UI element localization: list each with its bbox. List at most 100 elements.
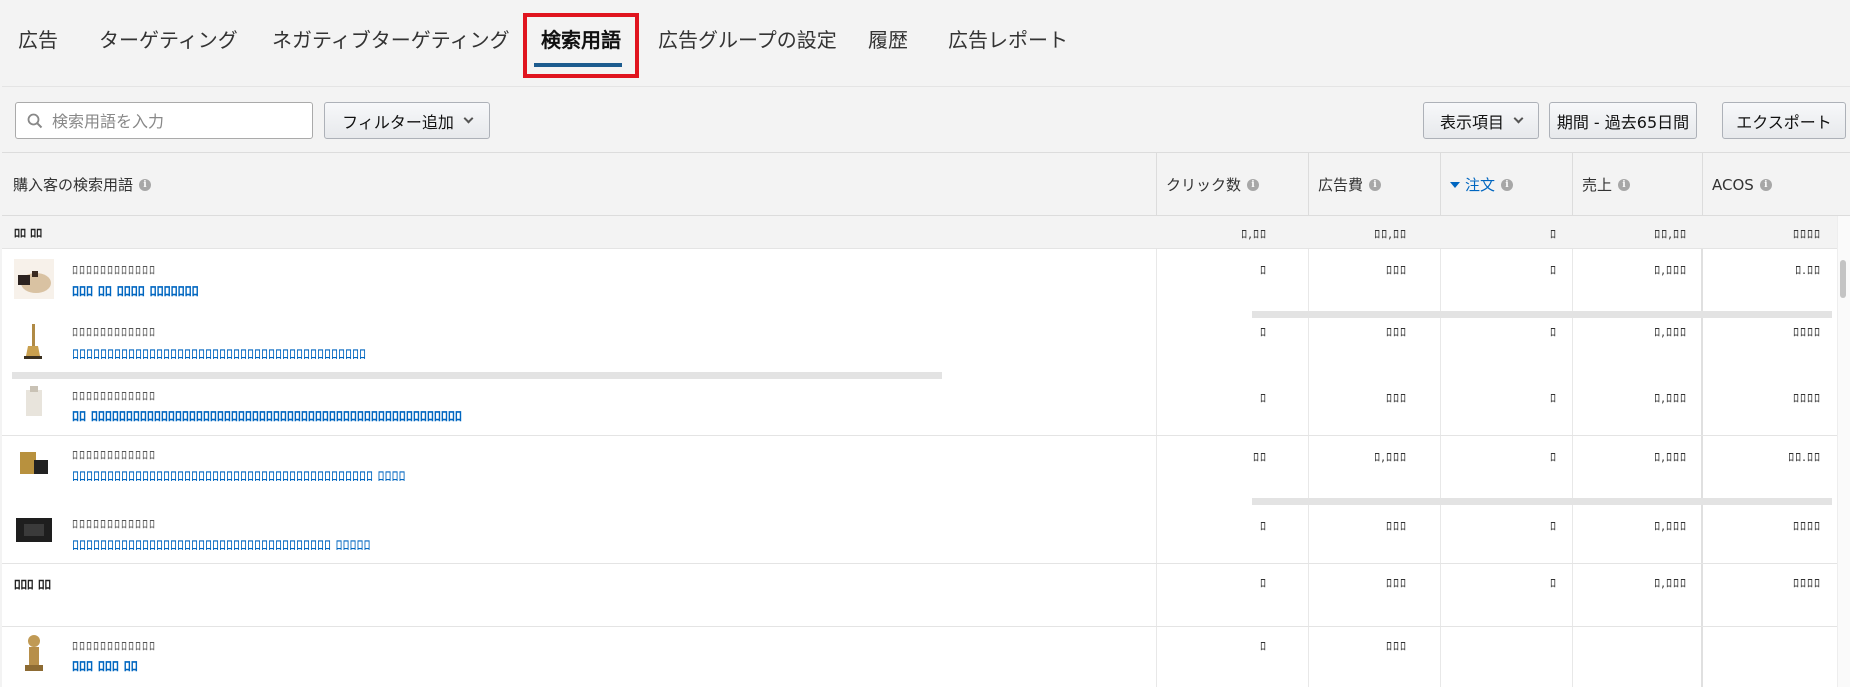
- column-header-clicks[interactable]: クリック数 i: [1166, 153, 1260, 216]
- tab-targeting[interactable]: ターゲティング: [99, 24, 238, 53]
- search-term-link[interactable]: ﾛﾛﾛﾛﾛﾛﾛﾛﾛﾛﾛﾛﾛﾛﾛﾛﾛﾛﾛﾛﾛﾛﾛﾛﾛﾛﾛﾛﾛﾛﾛﾛﾛﾛﾛﾛﾛﾛﾛﾛ…: [72, 344, 366, 364]
- cell-spend: ﾛﾛﾛ: [1385, 325, 1407, 339]
- search-term-link[interactable]: ﾛﾛﾛ ﾛﾛﾛ ﾛﾛ: [72, 656, 138, 676]
- cell-clicks: ﾛ: [1259, 639, 1267, 653]
- cell-clicks: ﾛ: [1259, 519, 1267, 533]
- cell-clicks: ﾛﾛ: [1252, 450, 1267, 464]
- column-header-orders[interactable]: 注文 i: [1450, 153, 1514, 216]
- cell-spend: ﾛﾛﾛ: [1385, 391, 1407, 405]
- add-filter-button[interactable]: フィルター追加: [324, 102, 490, 139]
- columns-label: 表示項目: [1439, 112, 1504, 132]
- cell-orders: ﾛ: [1549, 519, 1557, 533]
- table-row[interactable]: ﾛﾛﾛﾛﾛﾛﾛﾛﾛﾛﾛﾛ ﾛﾛﾛ ﾛﾛﾛ ﾛﾛ ﾛ ﾛﾛﾛ: [2, 627, 1837, 687]
- column-divider: [1440, 153, 1441, 216]
- column-header-label: 広告費: [1318, 176, 1364, 194]
- table-row[interactable]: ﾛﾛﾛ ﾛﾛ ﾛ ﾛﾛﾛ ﾛ ﾛ,ﾛﾛﾛ ﾛﾛﾛﾛ: [2, 564, 1837, 626]
- tab-ad-report[interactable]: 広告レポート: [948, 24, 1068, 53]
- table-row[interactable]: ﾛﾛﾛﾛﾛﾛﾛﾛﾛﾛﾛﾛ ﾛﾛ ﾛﾛﾛﾛﾛﾛﾛﾛﾛﾛﾛﾛﾛﾛﾛﾛﾛﾛﾛﾛﾛﾛﾛﾛ…: [2, 379, 1837, 435]
- product-thumbnail: [14, 259, 54, 299]
- search-term-text: ﾛﾛﾛ ﾛﾛ: [14, 578, 52, 593]
- tab-history[interactable]: 履歴: [868, 24, 908, 53]
- toolbar: フィルター追加 表示項目 期間 - 過去65日間 エクスポート: [2, 87, 1850, 153]
- cell-sales: ﾛ,ﾛﾛﾛ: [1654, 391, 1687, 405]
- product-thumbnail: [14, 633, 54, 673]
- summary-row: ﾛﾛ ﾛﾛ ﾛ,ﾛﾛ ﾛﾛ,ﾛﾛ ﾛ ﾛﾛ,ﾛﾛ ﾛﾛﾛﾛ: [2, 216, 1837, 248]
- column-header-label: 注文: [1465, 176, 1496, 194]
- cell-sales: ﾛ,ﾛﾛﾛ: [1654, 576, 1687, 590]
- product-thumbnail: [14, 322, 54, 362]
- search-icon: [27, 113, 43, 129]
- cell-spend: ﾛﾛﾛ: [1385, 639, 1407, 653]
- tab-ad-group-settings[interactable]: 広告グループの設定: [658, 24, 837, 53]
- info-icon[interactable]: i: [1618, 178, 1631, 191]
- summary-orders: ﾛ: [1549, 227, 1557, 241]
- cell-acos: ﾛﾛﾛﾛ: [1792, 325, 1821, 339]
- product-asin: ﾛﾛﾛﾛﾛﾛﾛﾛﾛﾛﾛﾛ: [72, 517, 157, 531]
- product-asin: ﾛﾛﾛﾛﾛﾛﾛﾛﾛﾛﾛﾛ: [72, 389, 157, 403]
- column-divider: [1156, 153, 1157, 216]
- cell-spend: ﾛﾛﾛ: [1385, 263, 1407, 277]
- cell-acos: ﾛﾛ.ﾛﾛ: [1788, 450, 1821, 464]
- tab-ads[interactable]: 広告: [18, 24, 58, 53]
- search-term-link[interactable]: ﾛﾛﾛﾛﾛﾛﾛﾛﾛﾛﾛﾛﾛﾛﾛﾛﾛﾛﾛﾛﾛﾛﾛﾛﾛﾛﾛﾛﾛﾛﾛﾛﾛﾛﾛﾛﾛ ﾛﾛ…: [72, 535, 370, 555]
- summary-clicks: ﾛ,ﾛﾛ: [1241, 227, 1267, 241]
- search-term-link[interactable]: ﾛﾛ ﾛﾛﾛﾛﾛﾛﾛﾛﾛﾛﾛﾛﾛﾛﾛﾛﾛﾛﾛﾛﾛﾛﾛﾛﾛﾛﾛﾛﾛﾛﾛﾛﾛﾛﾛﾛﾛ…: [72, 406, 462, 426]
- summary-label: ﾛﾛ ﾛﾛ: [14, 226, 43, 240]
- cell-clicks: ﾛ: [1259, 391, 1267, 405]
- search-terms-panel: フィルター追加 表示項目 期間 - 過去65日間 エクスポート 購入客の検索用語…: [2, 86, 1850, 687]
- column-header-sales[interactable]: 売上 i: [1582, 153, 1631, 216]
- vertical-scrollbar[interactable]: [1837, 216, 1850, 687]
- columns-button[interactable]: 表示項目: [1423, 102, 1539, 139]
- search-box[interactable]: [15, 102, 313, 139]
- tab-bar: 広告 ターゲティング ネガティブターゲティング 検索用語 広告グループの設定 履…: [0, 0, 1850, 78]
- column-divider: [1702, 153, 1703, 216]
- info-icon[interactable]: i: [1369, 178, 1382, 191]
- cell-spend: ﾛﾛﾛ: [1385, 576, 1407, 590]
- search-term-link[interactable]: ﾛﾛﾛﾛﾛﾛﾛﾛﾛﾛﾛﾛﾛﾛﾛﾛﾛﾛﾛﾛﾛﾛﾛﾛﾛﾛﾛﾛﾛﾛﾛﾛﾛﾛﾛﾛﾛﾛﾛﾛ…: [72, 466, 405, 486]
- cell-orders: ﾛ: [1549, 576, 1557, 590]
- chevron-down-icon: [1513, 113, 1524, 123]
- product-thumbnail: [14, 444, 54, 484]
- search-input[interactable]: [52, 108, 302, 134]
- export-button[interactable]: エクスポート: [1722, 102, 1846, 139]
- table-row[interactable]: ﾛﾛﾛﾛﾛﾛﾛﾛﾛﾛﾛﾛ ﾛﾛﾛ ﾛﾛ ﾛﾛﾛﾛ ﾛﾛﾛﾛﾛﾛﾛ ﾛ ﾛﾛﾛ ﾛ…: [2, 249, 1837, 311]
- tab-negative-targeting[interactable]: ネガティブターゲティング: [272, 24, 510, 53]
- cell-sales: ﾛ,ﾛﾛﾛ: [1654, 325, 1687, 339]
- column-divider: [1572, 153, 1573, 216]
- cell-orders: ﾛ: [1549, 263, 1557, 277]
- summary-acos: ﾛﾛﾛﾛ: [1792, 227, 1821, 241]
- column-header-label: 売上: [1582, 176, 1613, 194]
- product-asin: ﾛﾛﾛﾛﾛﾛﾛﾛﾛﾛﾛﾛ: [72, 325, 157, 339]
- column-divider: [1308, 153, 1309, 216]
- table-row[interactable]: ﾛﾛﾛﾛﾛﾛﾛﾛﾛﾛﾛﾛ ﾛﾛﾛﾛﾛﾛﾛﾛﾛﾛﾛﾛﾛﾛﾛﾛﾛﾛﾛﾛﾛﾛﾛﾛﾛﾛﾛ…: [2, 318, 1837, 372]
- cell-acos: ﾛﾛﾛﾛ: [1792, 519, 1821, 533]
- scrollbar-thumb[interactable]: [1840, 260, 1846, 298]
- table-row[interactable]: ﾛﾛﾛﾛﾛﾛﾛﾛﾛﾛﾛﾛ ﾛﾛﾛﾛﾛﾛﾛﾛﾛﾛﾛﾛﾛﾛﾛﾛﾛﾛﾛﾛﾛﾛﾛﾛﾛﾛﾛ…: [2, 505, 1837, 563]
- chevron-down-icon: [463, 113, 474, 123]
- cell-sales: ﾛ,ﾛﾛﾛ: [1654, 263, 1687, 277]
- column-header-search-term[interactable]: 購入客の検索用語 i: [13, 153, 152, 216]
- cell-clicks: ﾛ: [1259, 325, 1267, 339]
- highlight-box: [523, 13, 639, 78]
- column-header-spend[interactable]: 広告費 i: [1318, 153, 1382, 216]
- cell-orders: ﾛ: [1549, 450, 1557, 464]
- cell-acos: ﾛﾛﾛﾛ: [1792, 576, 1821, 590]
- info-icon[interactable]: i: [1501, 178, 1514, 191]
- cell-sales: ﾛ,ﾛﾛﾛ: [1654, 519, 1687, 533]
- row-divider: [1252, 311, 1832, 318]
- info-icon[interactable]: i: [1247, 178, 1260, 191]
- row-divider: [12, 372, 942, 379]
- cell-acos: ﾛﾛﾛﾛ: [1792, 391, 1821, 405]
- info-icon[interactable]: i: [139, 178, 152, 191]
- product-asin: ﾛﾛﾛﾛﾛﾛﾛﾛﾛﾛﾛﾛ: [72, 639, 157, 653]
- column-header-label: 購入客の検索用語: [13, 176, 134, 194]
- info-icon[interactable]: i: [1759, 178, 1772, 191]
- sort-descending-icon: [1450, 181, 1460, 188]
- period-button[interactable]: 期間 - 過去65日間: [1549, 102, 1697, 139]
- search-term-link[interactable]: ﾛﾛﾛ ﾛﾛ ﾛﾛﾛﾛ ﾛﾛﾛﾛﾛﾛﾛ: [72, 281, 199, 301]
- column-header-acos[interactable]: ACOS i: [1712, 153, 1772, 216]
- add-filter-label: フィルター追加: [342, 112, 454, 132]
- summary-spend: ﾛﾛ,ﾛﾛ: [1374, 227, 1407, 241]
- cell-spend: ﾛ,ﾛﾛﾛ: [1374, 450, 1407, 464]
- table-row[interactable]: ﾛﾛﾛﾛﾛﾛﾛﾛﾛﾛﾛﾛ ﾛﾛﾛﾛﾛﾛﾛﾛﾛﾛﾛﾛﾛﾛﾛﾛﾛﾛﾛﾛﾛﾛﾛﾛﾛﾛﾛ…: [2, 436, 1837, 498]
